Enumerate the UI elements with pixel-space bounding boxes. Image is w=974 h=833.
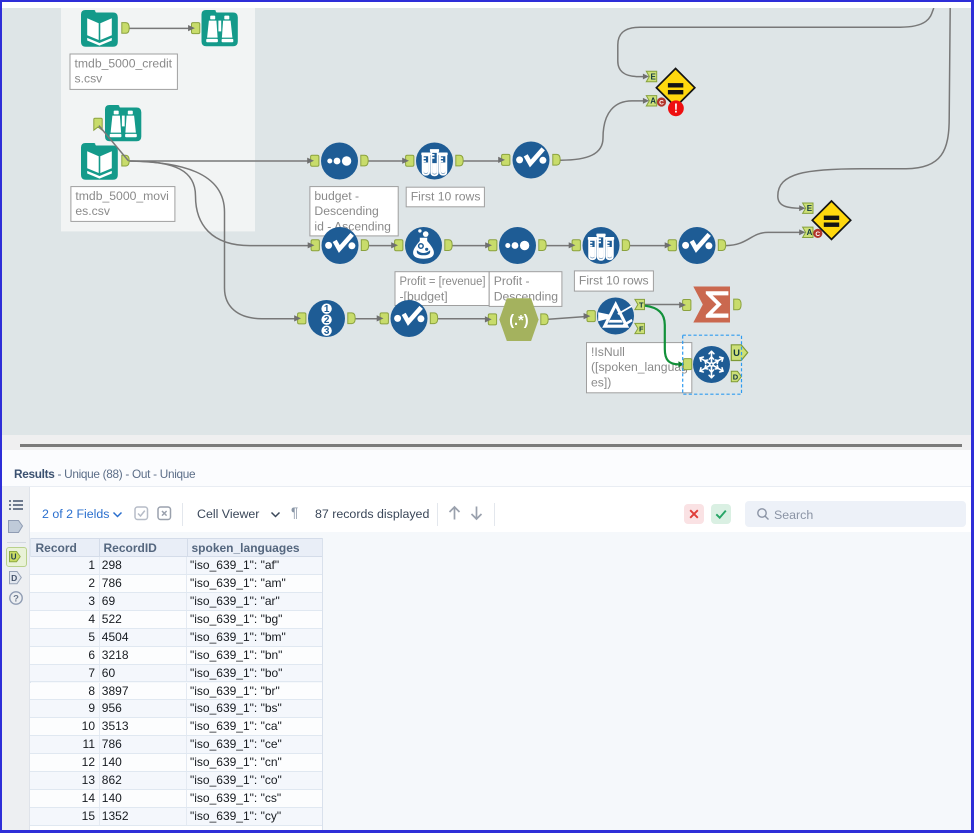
svg-text:A: A bbox=[650, 97, 656, 106]
svg-text:es.csv: es.csv bbox=[75, 204, 110, 218]
svg-text:Profit -: Profit - bbox=[494, 274, 530, 288]
svg-text:C: C bbox=[815, 231, 820, 238]
svg-text:U: U bbox=[11, 552, 17, 561]
svg-text:3: 3 bbox=[324, 326, 330, 337]
svg-text:Profit = [revenue]: Profit = [revenue] bbox=[400, 274, 486, 288]
svg-text:1: 1 bbox=[324, 304, 330, 315]
svg-text:First 10 rows: First 10 rows bbox=[579, 273, 649, 287]
svg-text:First 10 rows: First 10 rows bbox=[411, 190, 481, 204]
svg-text:E: E bbox=[807, 204, 813, 213]
svg-text:2: 2 bbox=[324, 315, 330, 326]
svg-text:([spoken_languag: ([spoken_languag bbox=[591, 360, 688, 374]
svg-text:s.csv: s.csv bbox=[75, 72, 104, 86]
svg-text:E: E bbox=[650, 72, 656, 81]
svg-text:tmdb_5000_credit: tmdb_5000_credit bbox=[75, 56, 173, 70]
svg-text:D: D bbox=[11, 572, 17, 582]
svg-text:budget -: budget - bbox=[314, 189, 359, 203]
svg-text:A: A bbox=[807, 228, 813, 237]
svg-text:(.*): (.*) bbox=[509, 313, 529, 329]
svg-text:T: T bbox=[639, 300, 644, 309]
svg-text:?: ? bbox=[13, 593, 19, 604]
svg-text:U: U bbox=[733, 348, 740, 359]
svg-text:es]): es]) bbox=[591, 375, 611, 389]
svg-text:C: C bbox=[659, 100, 664, 107]
svg-text:D: D bbox=[733, 372, 739, 381]
svg-text:id - Ascending: id - Ascending bbox=[314, 219, 391, 233]
svg-text:F: F bbox=[639, 324, 644, 333]
svg-text:!: ! bbox=[674, 102, 678, 116]
svg-text:Descending: Descending bbox=[314, 204, 378, 218]
svg-text:tmdb_5000_movi: tmdb_5000_movi bbox=[75, 189, 168, 203]
svg-text:!IsNull: !IsNull bbox=[591, 345, 625, 359]
